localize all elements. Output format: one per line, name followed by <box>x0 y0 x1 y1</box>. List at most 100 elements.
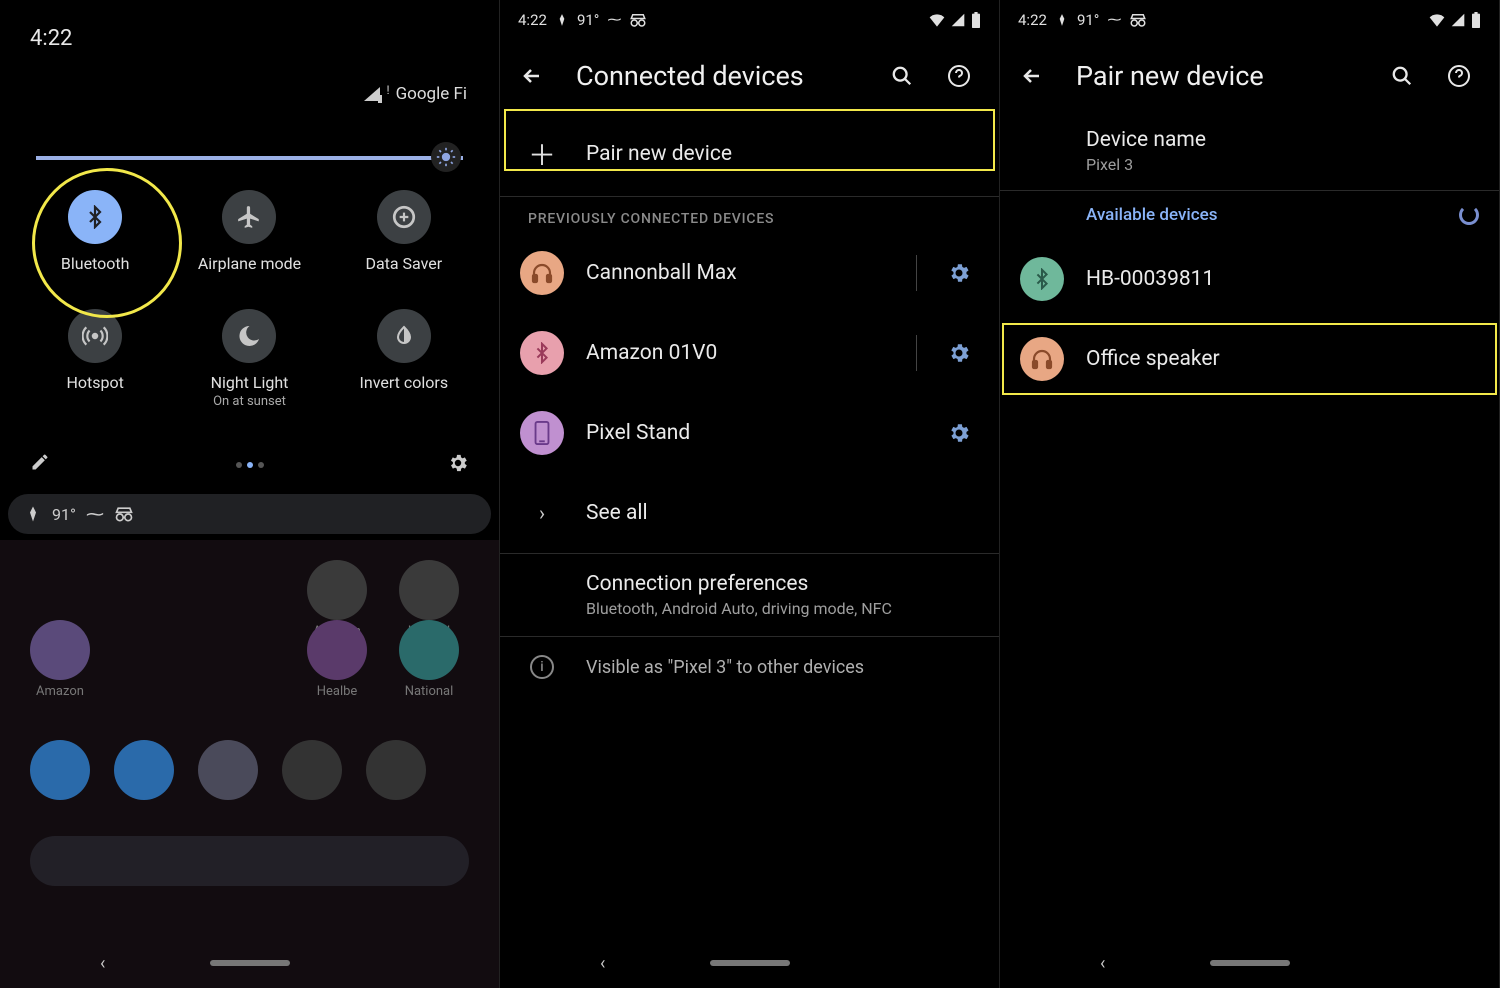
tile-label: Hotspot <box>66 373 123 392</box>
tile-bluetooth[interactable]: Bluetooth <box>18 178 172 273</box>
device-name: Amazon 01V0 <box>586 341 894 365</box>
quick-settings-panel: 4:22 ! Google Fi Bluetooth Airplane mode <box>8 8 491 488</box>
tile-datasaver[interactable]: Data Saver <box>327 178 481 273</box>
screen-quick-settings: 4:22 ! Google Fi Bluetooth Airplane mode <box>0 0 500 988</box>
help-button[interactable] <box>1447 64 1479 88</box>
device-row-amazon[interactable]: Amazon 01V0 <box>500 313 999 393</box>
tile-label: Bluetooth <box>61 254 130 273</box>
device-name-label: Device name <box>1086 128 1479 152</box>
help-button[interactable] <box>947 64 979 88</box>
pair-label: Pair new device <box>586 142 979 166</box>
available-device-office-speaker[interactable]: Office speaker <box>1000 319 1499 399</box>
search-button[interactable] <box>1391 65 1423 87</box>
nav-bar: ‹ <box>0 948 499 978</box>
see-all-row[interactable]: › See all <box>500 473 999 553</box>
device-name: Cannonball Max <box>586 261 894 285</box>
tile-airplane[interactable]: Airplane mode <box>172 178 326 273</box>
back-button[interactable] <box>1020 64 1052 88</box>
home-apps-row2: Amazon <box>30 620 90 699</box>
bluetooth-icon <box>68 190 122 244</box>
nav-pill[interactable] <box>710 960 790 966</box>
section-previously-connected: PREVIOUSLY CONNECTED DEVICES <box>500 197 999 233</box>
nav-pill[interactable] <box>1210 960 1290 966</box>
loading-spinner-icon <box>1459 205 1479 225</box>
headphones-icon <box>1020 337 1064 381</box>
tile-label: Airplane mode <box>198 254 301 273</box>
bluetooth-icon <box>520 331 564 375</box>
weather-pin-icon <box>24 505 42 523</box>
signal-icon <box>951 13 965 27</box>
divider <box>916 255 917 291</box>
conn-pref-sub: Bluetooth, Android Auto, driving mode, N… <box>586 599 979 618</box>
device-name: Office speaker <box>1086 347 1479 371</box>
plus-icon: ＋ <box>520 132 564 176</box>
carrier-label: Google Fi <box>396 84 467 104</box>
qs-tiles-grid: Bluetooth Airplane mode Data Saver Hotsp… <box>18 178 481 409</box>
nav-back-icon[interactable]: ‹ <box>600 953 605 974</box>
device-settings-button[interactable] <box>939 261 979 285</box>
divider <box>916 335 917 371</box>
home-apps-row2b: Healbe National <box>307 620 459 699</box>
device-settings-button[interactable] <box>939 421 979 445</box>
phone-icon <box>520 411 564 455</box>
status-temp: 91° <box>577 11 599 29</box>
incognito-icon <box>114 506 134 522</box>
device-row-cannonball[interactable]: Cannonball Max <box>500 233 999 313</box>
battery-icon <box>1471 12 1481 28</box>
status-pin-icon <box>1055 13 1069 27</box>
status-bar: 4:22 91° ⁓ <box>1000 8 1499 32</box>
search-button[interactable] <box>891 65 923 87</box>
device-name-row[interactable]: Device name Pixel 3 <box>1000 112 1499 190</box>
status-time: 4:22 <box>1018 11 1047 29</box>
conn-pref-title: Connection preferences <box>586 572 979 596</box>
headphones-icon <box>520 251 564 295</box>
nav-back-icon[interactable]: ‹ <box>1100 953 1105 974</box>
nightlight-icon <box>222 309 276 363</box>
nav-pill[interactable] <box>210 960 290 966</box>
wifi-icon <box>929 13 945 27</box>
available-device-hb[interactable]: HB-00039811 <box>1000 239 1499 319</box>
chevron-right-icon: › <box>520 491 564 535</box>
search-bar[interactable] <box>30 836 469 886</box>
tile-invertcolors[interactable]: Invert colors <box>327 297 481 409</box>
airplane-icon <box>222 190 276 244</box>
settings-button[interactable] <box>447 452 469 474</box>
settings-list: ＋ Pair new device PREVIOUSLY CONNECTED D… <box>500 112 999 697</box>
status-pin-icon <box>555 13 569 27</box>
tile-label: Invert colors <box>360 373 449 392</box>
signal-icon <box>364 87 380 101</box>
device-settings-button[interactable] <box>939 341 979 365</box>
connection-preferences-row[interactable]: Connection preferences Bluetooth, Androi… <box>500 554 999 636</box>
tile-label: Night Light <box>211 373 289 392</box>
brightness-icon <box>436 147 456 167</box>
weather-cloud-icon: ⁓ <box>86 504 104 525</box>
nav-bar: ‹ <box>500 948 999 978</box>
signal-icon <box>1451 13 1465 27</box>
status-cloud-icon: ⁓ <box>1107 12 1121 28</box>
datasaver-icon <box>377 190 431 244</box>
app-bar: Connected devices <box>500 40 999 112</box>
clock-time: 4:22 <box>30 26 72 51</box>
nav-back-icon[interactable]: ‹ <box>100 953 105 974</box>
tile-nightlight[interactable]: Night Light On at sunset <box>172 297 326 409</box>
brightness-knob[interactable] <box>431 142 461 172</box>
bluetooth-icon <box>1020 257 1064 301</box>
visible-as-text: Visible as "Pixel 3" to other devices <box>586 657 979 678</box>
status-time: 4:22 <box>518 11 547 29</box>
pair-list: Device name Pixel 3 Available devices HB… <box>1000 112 1499 399</box>
notification-weather[interactable]: 91° ⁓ <box>8 494 491 534</box>
tile-hotspot[interactable]: Hotspot <box>18 297 172 409</box>
device-row-pixelstand[interactable]: Pixel Stand <box>500 393 999 473</box>
hotspot-icon <box>68 309 122 363</box>
page-title: Pair new device <box>1076 60 1367 92</box>
page-title: Connected devices <box>576 60 867 92</box>
pair-new-device-row[interactable]: ＋ Pair new device <box>500 112 999 196</box>
screen-pair-new: 4:22 91° ⁓ Pair new device Device name <box>1000 0 1500 988</box>
device-name-value: Pixel 3 <box>1086 155 1479 174</box>
page-indicator <box>236 462 264 468</box>
tile-label: Data Saver <box>365 254 442 273</box>
tile-sublabel: On at sunset <box>213 394 286 409</box>
edit-tiles-button[interactable] <box>30 452 50 472</box>
brightness-slider[interactable] <box>36 156 463 160</box>
back-button[interactable] <box>520 64 552 88</box>
